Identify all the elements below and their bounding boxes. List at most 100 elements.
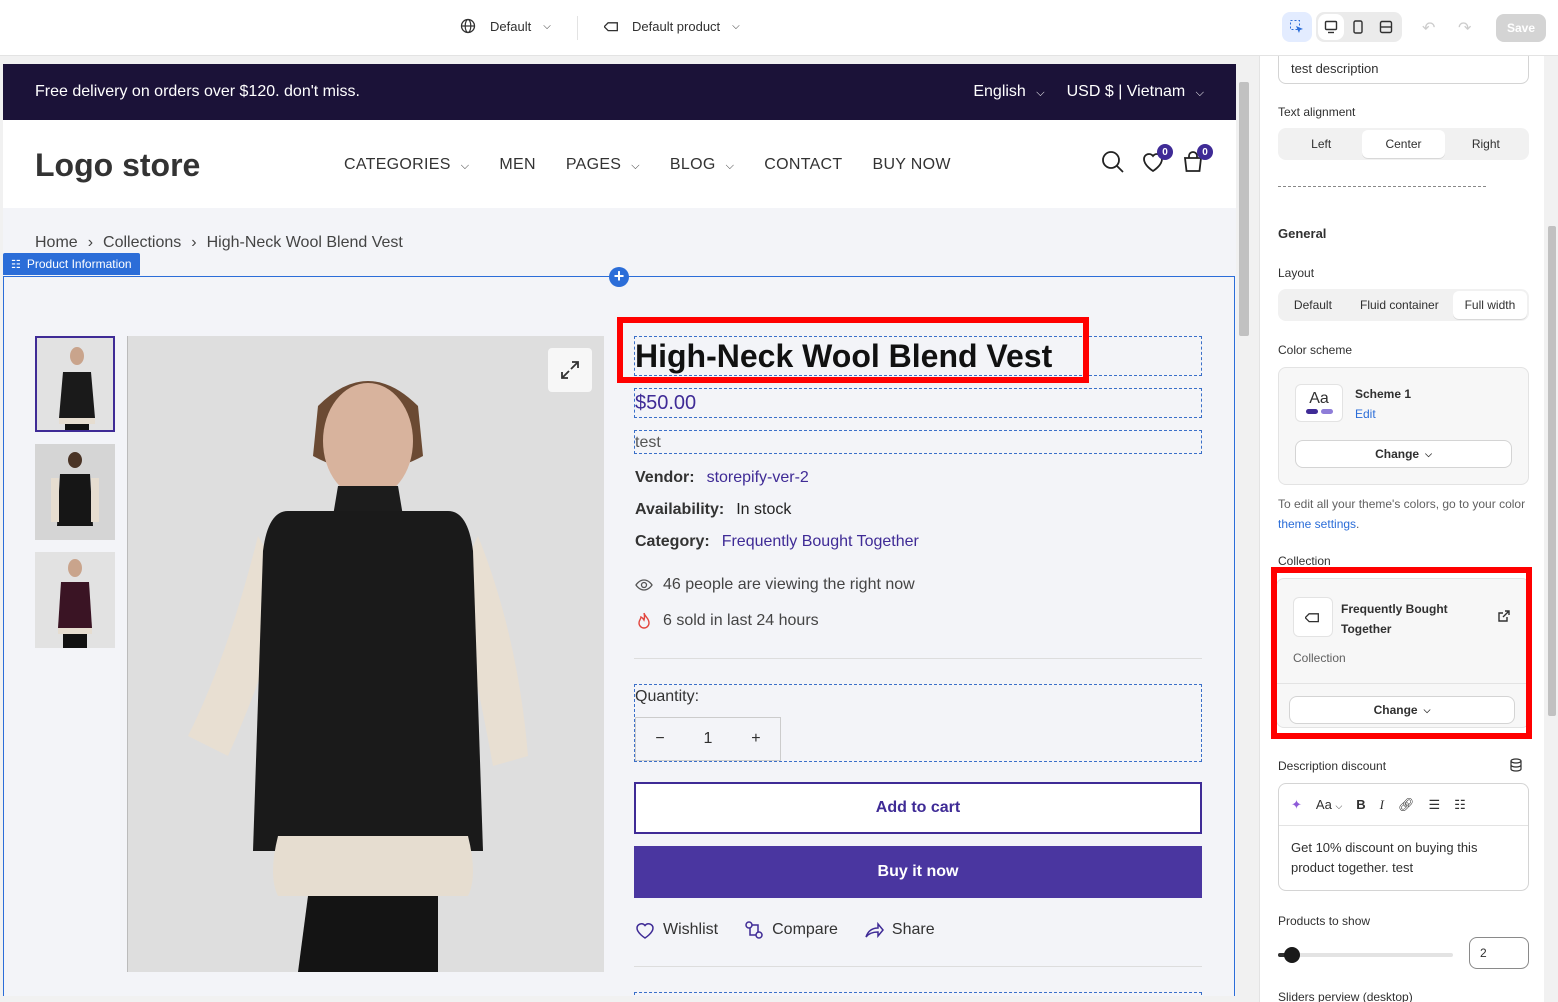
inspector-toggle[interactable] <box>1282 12 1312 42</box>
desktop-icon <box>1324 20 1338 34</box>
product-main-image[interactable] <box>127 336 604 972</box>
wishlist-header-button[interactable]: 0 <box>1141 144 1173 179</box>
device-toggle-group <box>1316 12 1402 42</box>
redo-icon[interactable]: ↷ <box>1458 18 1471 38</box>
text-alignment-control: Left Center Right <box>1278 128 1529 160</box>
layout-default-option[interactable]: Default <box>1280 291 1346 319</box>
link-icon[interactable]: 🔗︎ <box>1398 797 1415 813</box>
theme-selector[interactable]: Default ⌵ <box>460 18 551 34</box>
breadcrumb: Home › Collections › High-Neck Wool Blen… <box>35 234 403 252</box>
layout-full-width-option[interactable]: Full width <box>1452 291 1527 319</box>
align-left-option[interactable]: Left <box>1280 130 1362 158</box>
add-to-cart-button[interactable]: Add to cart <box>634 782 1202 834</box>
align-center-option[interactable]: Center <box>1362 130 1445 158</box>
store-logo[interactable]: Logo store <box>35 147 200 184</box>
compare-button[interactable]: Compare <box>744 920 838 940</box>
wishlist-button[interactable]: Wishlist <box>635 920 718 940</box>
preview-scrollbar[interactable] <box>1237 64 1251 996</box>
fullscreen-view-button[interactable] <box>1372 12 1400 42</box>
panel-scrollbar[interactable] <box>1546 56 1558 1002</box>
preview-scroll-thumb[interactable] <box>1239 82 1249 336</box>
color-note: To edit all your theme's colors, go to y… <box>1278 494 1529 534</box>
section-tag[interactable]: ☷ Product Information <box>3 253 140 275</box>
settings-panel: test description Text alignment Left Cen… <box>1259 56 1544 1002</box>
template-selector[interactable]: Default product ⌵ <box>604 18 740 34</box>
divider <box>1278 186 1486 187</box>
editor-topbar: Default ⌵ Default product ⌵ ↶ ↷ Save <box>0 0 1558 56</box>
align-right-option[interactable]: Right <box>1445 130 1527 158</box>
expand-arrows-icon <box>561 361 579 379</box>
desktop-view-button[interactable] <box>1318 14 1344 40</box>
products-slider-handle[interactable] <box>1284 947 1300 963</box>
scheme-change-button[interactable]: Change ⌵ <box>1295 440 1512 468</box>
viewers-row: 46 people are viewing the right now <box>635 576 915 594</box>
rich-text-editor: ✦ Aa ⌵ B I 🔗︎ ☰ ☷ Get 10% discount on bu… <box>1278 783 1529 891</box>
chevron-down-icon: ⌵ <box>725 160 735 172</box>
save-button[interactable]: Save <box>1496 14 1546 42</box>
product-thumbnail[interactable] <box>35 552 115 648</box>
theme-selector-label: Default <box>490 18 532 34</box>
font-size-dropdown[interactable]: Aa ⌵ <box>1316 797 1342 812</box>
breadcrumb-collections[interactable]: Collections <box>103 234 181 252</box>
next-block-outline <box>634 992 1202 996</box>
cart-button[interactable]: 0 <box>1181 144 1213 179</box>
rte-font-label: Aa <box>1315 797 1332 812</box>
nav-label: MEN <box>499 156 536 173</box>
nav-item-pages[interactable]: PAGES ⌵ <box>566 156 640 174</box>
theme-settings-link[interactable]: theme settings <box>1278 517 1356 531</box>
scheme-edit-link[interactable]: Edit <box>1355 407 1376 421</box>
layout-fluid-option[interactable]: Fluid container <box>1346 291 1453 319</box>
language-selector[interactable]: English ⌵ <box>973 83 1044 101</box>
vendor-link[interactable]: storepify-ver-2 <box>707 469 809 487</box>
sparkle-icon[interactable]: ✦ <box>1291 797 1302 813</box>
divider <box>634 966 1202 967</box>
sold-row: 6 sold in last 24 hours <box>635 612 819 630</box>
search-button[interactable] <box>1101 150 1125 179</box>
layout-label: Layout <box>1278 266 1315 280</box>
nav-item-categories[interactable]: CATEGORIES ⌵ <box>344 156 469 174</box>
chevron-down-icon: ⌵ <box>543 20 551 32</box>
bullet-list-icon[interactable]: ☰ <box>1429 797 1441 813</box>
wishlist-count-badge: 0 <box>1157 144 1173 160</box>
buy-now-button[interactable]: Buy it now <box>634 846 1202 898</box>
category-link[interactable]: Frequently Bought Together <box>722 533 919 551</box>
nav-item-contact[interactable]: CONTACT <box>764 156 842 174</box>
nav-item-blog[interactable]: BLOG ⌵ <box>670 156 734 174</box>
template-selector-label: Default product <box>632 18 721 34</box>
products-slider-track[interactable] <box>1278 947 1453 963</box>
view-controls <box>1282 12 1402 42</box>
product-thumbnail[interactable] <box>35 444 115 540</box>
add-section-button[interactable]: + <box>609 267 629 287</box>
vendor-label: Vendor: <box>635 469 695 486</box>
undo-icon[interactable]: ↶ <box>1422 18 1435 38</box>
share-button[interactable]: Share <box>864 920 935 940</box>
description-field[interactable]: test description <box>1278 56 1529 84</box>
rte-content[interactable]: Get 10% discount on buying this product … <box>1279 826 1528 878</box>
product-thumbnail[interactable] <box>35 336 115 432</box>
breadcrumb-home[interactable]: Home <box>35 234 78 252</box>
cart-count-badge: 0 <box>1197 144 1213 160</box>
panel-scroll-thumb[interactable] <box>1548 226 1556 716</box>
zoom-image-button[interactable] <box>548 348 592 392</box>
mobile-view-button[interactable] <box>1344 12 1372 42</box>
product-actions: Wishlist Compare Share <box>635 920 935 940</box>
share-label: Share <box>891 921 935 938</box>
color-scheme-label: Color scheme <box>1278 343 1353 357</box>
color-note-suffix: . <box>1356 517 1360 531</box>
thumbnail-image <box>35 444 115 540</box>
product-description: test <box>635 434 661 451</box>
plus-icon[interactable]: + <box>751 730 760 748</box>
currency-selector[interactable]: USD $ | Vietnam ⌵ <box>1067 83 1204 101</box>
quantity-value[interactable]: 1 <box>704 730 713 748</box>
products-to-show-input[interactable]: 2 <box>1469 937 1529 969</box>
change-label: Change <box>1375 447 1420 461</box>
vendor-row: Vendor: storepify-ver-2 <box>635 469 809 487</box>
nav-item-men[interactable]: MEN <box>499 156 535 174</box>
database-icon[interactable] <box>1509 758 1523 772</box>
announcement-bar: Free delivery on orders over $120. don't… <box>3 64 1236 120</box>
bold-icon[interactable]: B <box>1356 797 1365 812</box>
numbered-list-icon[interactable]: ☷ <box>1454 797 1466 813</box>
nav-item-buy-now[interactable]: BUY NOW <box>872 156 950 174</box>
italic-icon[interactable]: I <box>1380 797 1384 813</box>
minus-icon[interactable]: − <box>655 730 664 748</box>
